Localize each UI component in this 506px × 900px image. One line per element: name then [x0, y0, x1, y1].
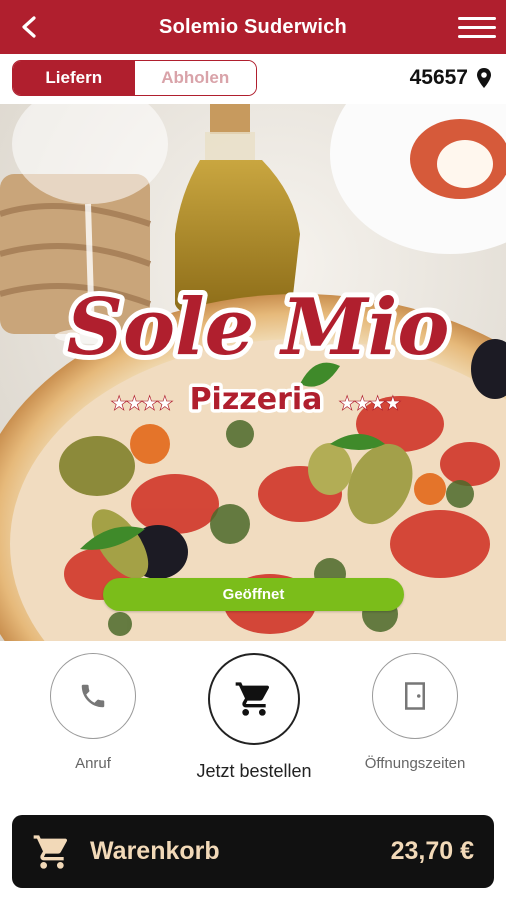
- opening-hours-button[interactable]: [372, 653, 458, 739]
- order-mode-bar: Liefern Abholen 45657: [0, 54, 506, 104]
- door-icon: [405, 682, 425, 710]
- action-opening-hours[interactable]: Öffnungszeiten: [365, 653, 465, 772]
- order-now-button[interactable]: [208, 653, 300, 745]
- top-app-bar: Solemio Suderwich: [0, 0, 506, 54]
- hero-banner: ★★★★ ★★★★ Sole Mio Pizzeria: [0, 104, 506, 641]
- open-status-button[interactable]: Geöffnet: [103, 578, 404, 611]
- order-now-label: Jetzt bestellen: [196, 761, 312, 781]
- cart-button[interactable]: Warenkorb 23,70 €: [12, 815, 494, 888]
- logo-stars-left: ★★★★: [112, 394, 173, 414]
- menu-line: [458, 16, 496, 20]
- action-call[interactable]: Anruf: [49, 653, 137, 772]
- toggle-abholen[interactable]: Abholen: [134, 61, 256, 95]
- phone-icon: [81, 684, 105, 708]
- call-button[interactable]: [50, 653, 136, 739]
- call-label: Anruf: [75, 755, 111, 772]
- cart-icon: [33, 834, 67, 869]
- action-order-now[interactable]: Jetzt bestellen: [196, 653, 312, 782]
- back-button[interactable]: [12, 10, 46, 44]
- delivery-toggle: Liefern Abholen: [12, 60, 257, 96]
- chevron-left-icon: [22, 16, 36, 38]
- app-title: Solemio Suderwich: [159, 15, 347, 38]
- pizza-hero-image: ★★★★ ★★★★ Sole Mio Pizzeria: [0, 104, 506, 641]
- hamburger-menu-button[interactable]: [458, 10, 496, 44]
- cart-icon: [235, 682, 269, 716]
- toggle-liefern[interactable]: Liefern: [13, 61, 135, 95]
- cart-total: 23,70 €: [390, 837, 474, 865]
- location-pin-icon: [477, 68, 491, 88]
- cart-label: Warenkorb: [90, 837, 220, 865]
- zip-code-selector[interactable]: 45657: [410, 64, 492, 92]
- opening-hours-label: Öffnungszeiten: [364, 755, 466, 772]
- logo-stars-right: ★★★★: [340, 394, 401, 414]
- quick-actions: Anruf Jetzt bestellen Öffnungszeiten: [0, 641, 506, 811]
- zip-code: 45657: [409, 66, 468, 89]
- logo-sole-mio: Sole Mio: [67, 282, 450, 373]
- menu-line: [458, 34, 496, 38]
- menu-line: [458, 25, 496, 29]
- logo-pizzeria: Pizzeria: [190, 382, 323, 417]
